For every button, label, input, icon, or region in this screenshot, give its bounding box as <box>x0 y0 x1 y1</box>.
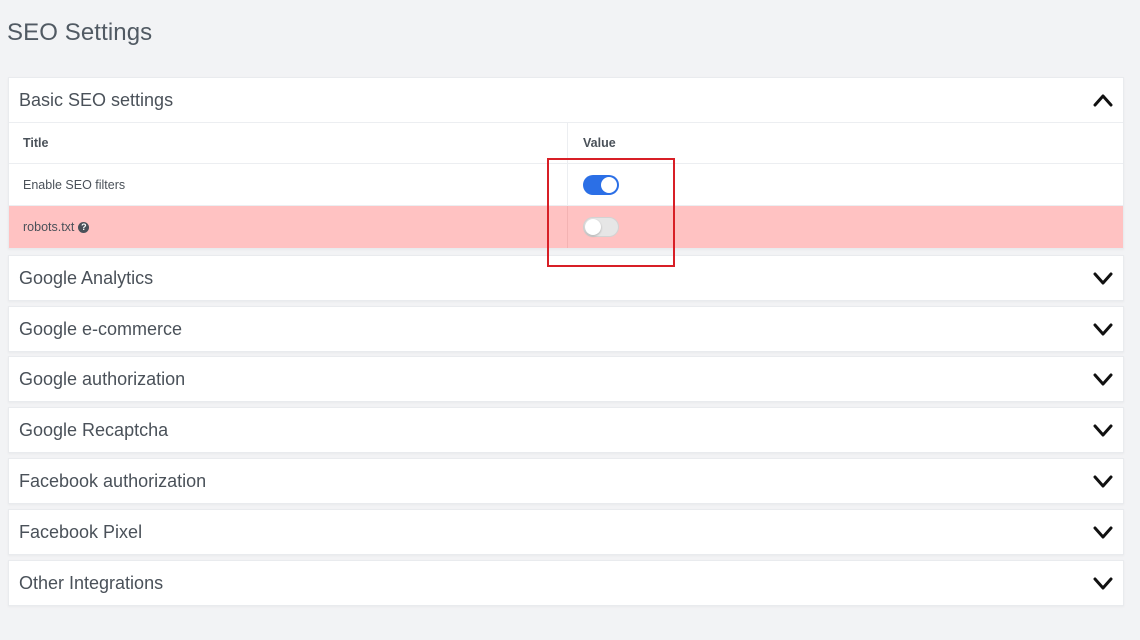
basic-seo-header[interactable]: Basic SEO settings <box>9 78 1123 122</box>
row-label: robots.txt <box>23 220 75 234</box>
panel-header[interactable]: Other Integrations <box>9 561 1123 605</box>
panel-header[interactable]: Facebook authorization <box>9 459 1123 503</box>
column-header-title: Title <box>23 136 49 150</box>
panel-title: Google authorization <box>19 368 186 389</box>
google-ecommerce-panel[interactable]: Google e-commerce <box>8 306 1124 352</box>
question-circle-icon[interactable]: ? <box>78 221 90 233</box>
facebook-authorization-panel[interactable]: Facebook authorization <box>8 458 1124 504</box>
enable-seo-filters-toggle[interactable] <box>583 174 619 195</box>
robots-txt-toggle[interactable] <box>583 217 619 237</box>
google-recaptcha-panel[interactable]: Google Recaptcha <box>8 407 1124 453</box>
panel-title: Other Integrations <box>19 572 164 593</box>
seo-settings-page: SEO Settings Basic SEO settings Title Va… <box>0 0 1140 640</box>
toggle-knob <box>601 176 617 193</box>
panel-title: Facebook authorization <box>19 470 207 491</box>
basic-seo-panel: Basic SEO settings Title Value Enable SE… <box>8 77 1124 249</box>
chevron-down-icon[interactable] <box>1093 271 1113 285</box>
panel-header[interactable]: Google Recaptcha <box>9 408 1123 452</box>
column-header-value: Value <box>567 123 1123 163</box>
row-value <box>567 164 1123 205</box>
chevron-down-icon[interactable] <box>1093 423 1113 437</box>
panel-title: Google e-commerce <box>19 318 183 339</box>
panel-header[interactable]: Google Analytics <box>9 256 1123 300</box>
chevron-down-icon[interactable] <box>1093 576 1113 590</box>
row-label: Enable SEO filters <box>23 177 126 192</box>
chevron-down-icon[interactable] <box>1093 372 1113 386</box>
basic-seo-table: Title Value Enable SEO filters robots.tx… <box>9 122 1123 248</box>
panel-title: Basic SEO settings <box>19 89 174 110</box>
chevron-down-icon[interactable] <box>1093 525 1113 539</box>
panel-title: Google Recaptcha <box>19 419 169 440</box>
panel-title: Facebook Pixel <box>19 521 143 542</box>
row-value <box>567 206 1123 248</box>
panel-header[interactable]: Facebook Pixel <box>9 510 1123 554</box>
chevron-down-icon[interactable] <box>1093 474 1113 488</box>
chevron-down-icon[interactable] <box>1093 322 1113 336</box>
panel-header[interactable]: Google e-commerce <box>9 307 1123 351</box>
row-label-cell: robots.txt ? <box>9 206 567 248</box>
panel-header[interactable]: Google authorization <box>9 357 1123 401</box>
other-integrations-panel[interactable]: Other Integrations <box>8 560 1124 606</box>
table-header-row: Title Value <box>9 123 1123 164</box>
panel-title: Google Analytics <box>19 267 154 288</box>
google-analytics-panel[interactable]: Google Analytics <box>8 255 1124 301</box>
chevron-up-icon[interactable] <box>1093 93 1113 107</box>
facebook-pixel-panel[interactable]: Facebook Pixel <box>8 509 1124 555</box>
table-row: robots.txt ? <box>9 206 1123 248</box>
toggle-knob <box>585 219 601 235</box>
table-row: Enable SEO filters <box>9 164 1123 206</box>
page-title: SEO Settings <box>7 19 153 46</box>
google-authorization-panel[interactable]: Google authorization <box>8 356 1124 402</box>
